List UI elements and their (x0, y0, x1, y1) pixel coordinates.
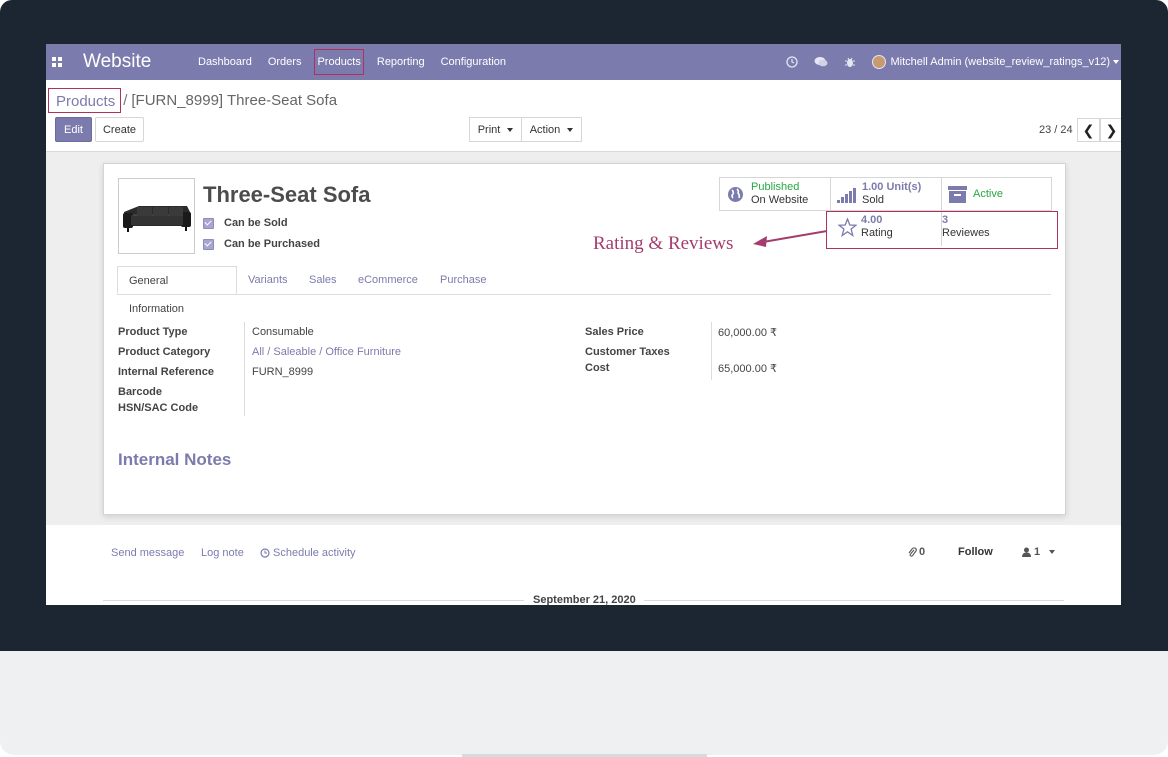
user-avatar[interactable] (871, 55, 886, 69)
archive-icon (948, 186, 967, 203)
product-type-label: Product Type (118, 326, 188, 338)
product-category-label: Product Category (118, 346, 211, 358)
active-label: Active (973, 188, 1003, 200)
product-image[interactable] (118, 178, 195, 254)
schedule-activity-button[interactable]: Schedule activity (260, 547, 356, 559)
internal-notes-title: Internal Notes (118, 450, 232, 469)
attachments-button[interactable]: 0 (908, 546, 925, 558)
chevron-down-icon (1049, 550, 1056, 554)
sold-label: Sold (862, 194, 885, 206)
pager-value[interactable]: 23 / 24 (1039, 124, 1073, 136)
menu-reporting[interactable]: Reporting (369, 44, 433, 80)
user-menu-name[interactable]: Mitchell Admin (website_review_ratings_v… (891, 56, 1110, 68)
edit-button[interactable]: Edit (55, 117, 92, 142)
send-message-button[interactable]: Send message (111, 547, 184, 559)
app-screen: Website Dashboard Orders Products Report… (46, 44, 1121, 605)
breadcrumb-products-link[interactable]: Products (48, 88, 122, 113)
tab-variants[interactable]: Variants (248, 266, 288, 294)
active-toggle-button[interactable]: Active (941, 177, 1052, 211)
navbar-systray: Mitchell Admin (website_review_ratings_v… (785, 44, 1121, 80)
chevron-down-icon[interactable] (1113, 60, 1119, 64)
rating-reviews-highlight (826, 211, 1058, 249)
chevron-down-icon (507, 127, 514, 132)
annotation-label: Rating & Reviews (593, 233, 734, 254)
chevron-right-icon: ❯ (1105, 121, 1118, 138)
attachments-count: 0 (919, 546, 926, 558)
menu-orders[interactable]: Orders (260, 44, 310, 80)
monitor-stand (0, 651, 1168, 755)
can-be-sold-label: Can be Sold (224, 217, 288, 229)
pager-previous-button[interactable]: ❮ (1077, 118, 1100, 142)
can-be-sold-checkbox-row[interactable]: Can be Sold (203, 217, 288, 229)
followers-button[interactable]: 1 (1022, 546, 1056, 558)
pager-next-button[interactable]: ❯ (1100, 118, 1121, 142)
user-icon (1022, 547, 1031, 557)
bug-icon[interactable] (843, 55, 857, 69)
tab-purchase[interactable]: Purchase (440, 266, 486, 294)
print-label: Print (477, 123, 501, 136)
field-separator (244, 322, 245, 416)
breadcrumb-current: [FURN_8999] Three-Seat Sofa (131, 92, 338, 109)
product-type-value: Consumable (252, 326, 314, 338)
published-label: Published (751, 181, 800, 193)
barcode-label: Barcode (118, 386, 163, 398)
breadcrumb: Products / [FURN_8999] Three-Seat Sofa (48, 87, 337, 114)
action-label: Action (529, 123, 561, 136)
hsn-sac-code-label: HSN/SAC Code (118, 402, 199, 414)
message-date-separator: September 21, 2020 (533, 594, 636, 605)
sold-smart-button[interactable]: 1.00 Unit(s) Sold (830, 177, 942, 211)
chevron-left-icon: ❮ (1082, 121, 1095, 138)
date-divider (644, 600, 1064, 601)
followers-count: 1 (1034, 546, 1041, 558)
menu-configuration[interactable]: Configuration (433, 44, 514, 80)
tab-ecommerce[interactable]: eCommerce (358, 266, 418, 294)
product-category-value[interactable]: All / Saleable / Office Furniture (252, 346, 401, 358)
menu-products[interactable]: Products (309, 44, 368, 80)
customer-taxes-label: Customer Taxes (585, 346, 670, 358)
cost-value: 65,000.00 ₹ (718, 363, 777, 375)
chevron-down-icon (567, 127, 574, 132)
top-navbar: Website Dashboard Orders Products Report… (46, 44, 1121, 80)
form-sheet: Three-Seat Sofa Can be Sold Can be Purch… (103, 163, 1066, 515)
cost-label: Cost (585, 362, 610, 374)
can-be-purchased-checkbox-row[interactable]: Can be Purchased (203, 238, 320, 250)
date-divider (103, 600, 524, 601)
clock-icon[interactable] (785, 55, 799, 69)
action-dropdown[interactable]: Action (521, 117, 582, 142)
can-be-purchased-label: Can be Purchased (224, 238, 320, 250)
schedule-activity-label: Schedule activity (273, 547, 356, 559)
globe-icon (728, 187, 743, 202)
sales-price-value: 60,000.00 ₹ (718, 327, 777, 339)
print-dropdown[interactable]: Print (469, 117, 522, 142)
form-tabs: General Information Variants Sales eComm… (117, 266, 1051, 315)
breadcrumb-separator: / (123, 92, 128, 109)
sales-price-label: Sales Price (585, 326, 644, 338)
paperclip-icon (908, 546, 917, 557)
log-note-button[interactable]: Log note (201, 547, 244, 559)
can-be-sold-checkbox[interactable] (203, 217, 214, 229)
apps-menu-icon[interactable] (52, 57, 62, 67)
tab-sales[interactable]: Sales (309, 266, 337, 294)
app-brand[interactable]: Website (83, 51, 151, 73)
internal-reference-value: FURN_8999 (252, 366, 314, 378)
product-name: Three-Seat Sofa (203, 182, 371, 207)
create-button[interactable]: Create (95, 117, 144, 142)
menu-dashboard[interactable]: Dashboard (190, 44, 260, 80)
field-separator (711, 322, 712, 380)
tab-general-information[interactable]: General Information (117, 266, 237, 315)
published-sublabel: On Website (751, 194, 809, 206)
can-be-purchased-checkbox[interactable] (203, 238, 214, 250)
signal-bars-icon (837, 188, 856, 203)
internal-reference-label: Internal Reference (118, 366, 214, 378)
clock-icon (260, 548, 270, 558)
main-menu: Dashboard Orders Products Reporting Conf… (190, 44, 514, 80)
sold-quantity: 1.00 Unit(s) (862, 181, 922, 193)
follow-button[interactable]: Follow (958, 546, 993, 558)
published-smart-button[interactable]: Published On Website (719, 177, 831, 211)
annotation-arrow-icon (753, 230, 828, 247)
chat-icon[interactable] (814, 55, 828, 69)
